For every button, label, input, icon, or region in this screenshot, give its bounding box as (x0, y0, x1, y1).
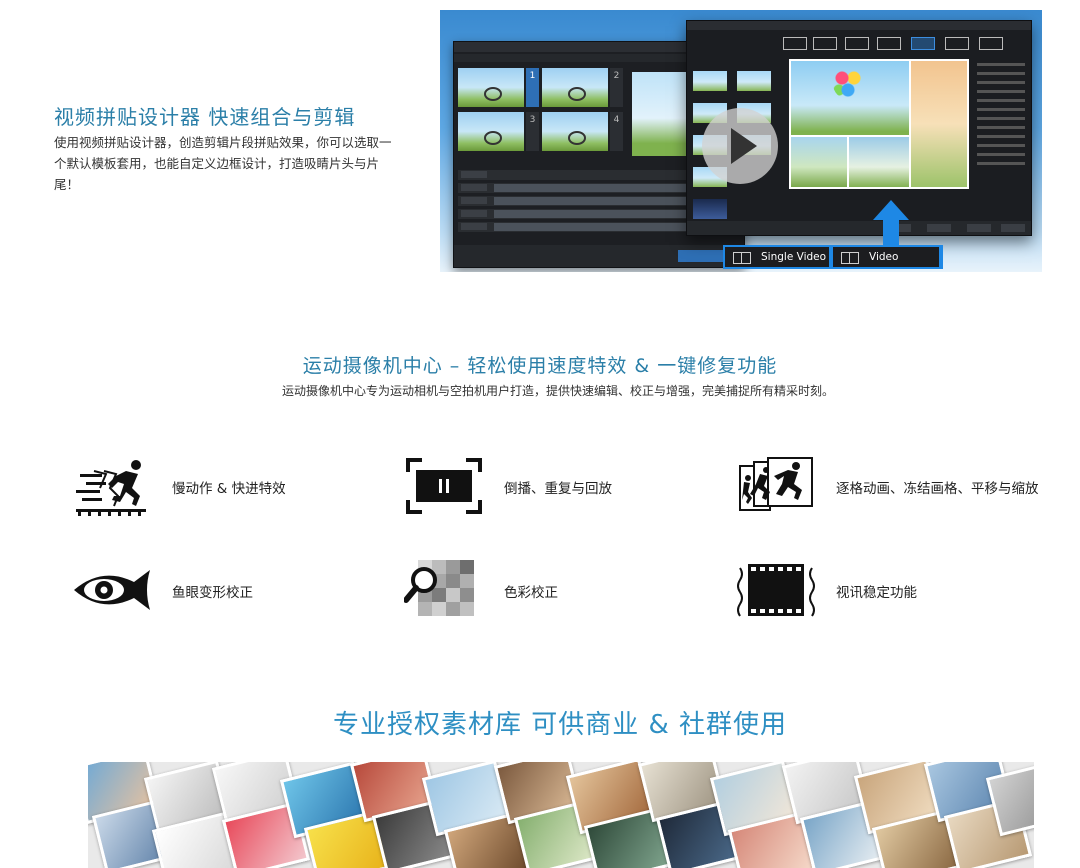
rewind-frame-icon (406, 458, 482, 514)
feature-label: 倒播、重复与回放 (504, 481, 612, 497)
video-collage-title: 视频拼贴设计器 快速组合与剪辑 (54, 105, 356, 129)
mode-switch-bar: Single Video Video Collage (723, 245, 943, 272)
collage-cell[interactable] (791, 137, 847, 187)
window-footer (454, 245, 744, 267)
camera-number: 4 (610, 112, 623, 151)
stabilization-icon (737, 564, 815, 617)
camera-number: 2 (610, 68, 623, 107)
layout-template[interactable] (979, 37, 1003, 50)
up-arrow-icon (873, 200, 909, 220)
layout-template[interactable] (813, 37, 837, 50)
single-video-icon (733, 252, 751, 264)
footer-button[interactable] (967, 224, 991, 232)
feature-label: 鱼眼变形校正 (172, 585, 253, 601)
freeze-frame-icon (739, 457, 813, 511)
layout-template-bar[interactable] (783, 35, 1027, 53)
settings-panel (975, 57, 1027, 227)
layout-template-selected[interactable] (911, 37, 935, 50)
camera-thumbnail (458, 112, 524, 151)
camera-thumbnail (542, 68, 608, 107)
collage-cell[interactable] (849, 137, 909, 187)
feature-label: 视讯稳定功能 (836, 585, 917, 601)
stock-library-banner (88, 762, 1034, 868)
camera-grid: 1 2 3 4 (458, 68, 642, 156)
video-collage-mode-button[interactable]: Video Collage (833, 247, 939, 272)
play-button-icon[interactable] (702, 108, 778, 184)
balloons-image (833, 69, 863, 99)
feature-label: 逐格动画、冻结画格、平移与缩放 (836, 481, 1039, 497)
collage-cell[interactable] (791, 61, 909, 135)
media-thumbnail[interactable] (693, 199, 727, 219)
window-titlebar (687, 21, 1031, 30)
action-camera-subtitle: 运动摄像机中心专为运动相机与空拍机用户打造，提供快速编辑、校正与增强，完美捕捉所… (281, 384, 834, 398)
camera-thumbnail (542, 112, 608, 151)
camera-thumbnail (458, 68, 524, 107)
camera-number: 3 (526, 112, 539, 151)
fisheye-icon (74, 570, 150, 610)
media-thumbnail[interactable] (693, 71, 727, 91)
video-collage-icon (841, 252, 859, 264)
single-video-mode-button[interactable]: Single Video (725, 247, 829, 267)
feature-label: 慢动作 & 快进特效 (172, 481, 286, 497)
video-collage-label: Video Collage (869, 251, 908, 272)
footer-button[interactable] (1001, 224, 1025, 232)
stock-library-title: 专业授权素材库 可供商业 & 社群使用 (332, 710, 788, 740)
action-camera-title: 运动摄像机中心 – 轻松使用速度特效 & 一键修复功能 (302, 355, 778, 377)
color-correction-icon (404, 560, 474, 616)
feature-label: 色彩校正 (504, 585, 558, 601)
layout-template[interactable] (783, 37, 807, 50)
layout-template[interactable] (945, 37, 969, 50)
single-video-label: Single Video (761, 251, 827, 263)
collage-preview (789, 59, 969, 189)
running-man-speed-icon (76, 460, 146, 516)
up-arrow-shaft (883, 218, 899, 246)
media-thumbnail[interactable] (737, 71, 771, 91)
footer-button[interactable] (927, 224, 951, 232)
layout-template[interactable] (845, 37, 869, 50)
camera-number: 1 (526, 68, 539, 107)
window-footer (687, 221, 1031, 235)
layout-template[interactable] (877, 37, 901, 50)
video-collage-description: 使用视频拼贴设计器，创造剪辑片段拼贴效果，你可以选取一个默认模板套用，也能自定义… (54, 135, 392, 192)
collage-cell[interactable] (911, 61, 967, 187)
video-collage-screenshot: 1 2 3 4 Single Video Video (440, 10, 1042, 272)
